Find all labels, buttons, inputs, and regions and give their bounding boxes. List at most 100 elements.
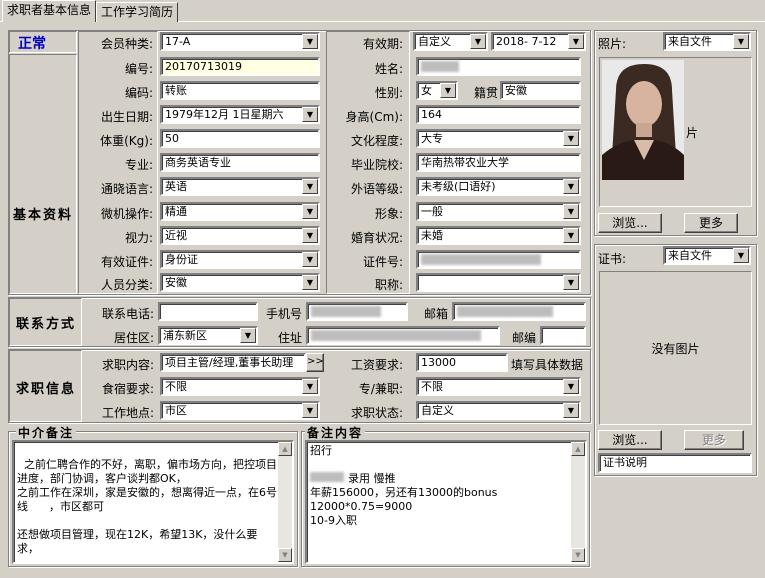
phone-label: 联系电话: (101, 307, 154, 321)
tab-work-history[interactable]: 工作学习简历 (96, 2, 179, 22)
code-field[interactable]: 转账 (160, 81, 320, 100)
native-field[interactable]: 安徽 (500, 81, 581, 100)
id-field[interactable]: 20170713019 (160, 57, 320, 76)
tab-basic-info[interactable]: 求职者基本信息 (2, 0, 97, 22)
validity-date-picker[interactable]: 2018- 7-12 ▼ (491, 32, 586, 51)
birth-date-picker[interactable]: 1979年12月 1日星期六 ▼ (160, 105, 320, 124)
salary-field[interactable]: 13000 (416, 353, 508, 372)
title-label: 职称: (374, 278, 403, 292)
school-field[interactable]: 华南热带农业大学 (416, 153, 581, 172)
major-field[interactable]: 商务英语专业 (160, 153, 320, 172)
agent-notes-textarea[interactable]: 之前仁聘合作的不好，离职，偏市场方向，把控项目进度，部门协调，客户谈判都OK， … (12, 440, 294, 564)
weight-field[interactable]: 50 (160, 129, 320, 148)
gender-label: 性别: (374, 86, 403, 100)
photo-label: 照片: (598, 37, 627, 51)
chevron-down-icon[interactable]: ▼ (302, 34, 318, 49)
chevron-down-icon[interactable]: ▼ (240, 328, 256, 343)
phone-field[interactable] (158, 302, 258, 321)
idtype-label: 有效证件: (100, 255, 153, 269)
board-select[interactable]: 不限 ▼ (160, 377, 320, 396)
section-title-contact: 联系方式 (15, 317, 76, 332)
job-content-picker-button[interactable]: >> (306, 353, 324, 372)
foreign-select[interactable]: 未考级(口语好) ▼ (416, 177, 581, 196)
chevron-down-icon[interactable]: ▼ (302, 228, 318, 243)
email-field[interactable] (452, 302, 586, 321)
chevron-down-icon[interactable]: ▼ (470, 34, 486, 49)
photo-more-button[interactable]: 更多 (684, 213, 738, 233)
job-content-label: 求职内容: (101, 358, 154, 372)
edu-select[interactable]: 大专 ▼ (416, 129, 581, 148)
jobstatus-select[interactable]: 自定义 ▼ (416, 401, 581, 420)
remarks-title: 备注内容 (305, 424, 366, 441)
validity-label: 有效期: (362, 37, 403, 51)
chevron-down-icon[interactable]: ▼ (563, 131, 579, 146)
chevron-down-icon[interactable]: ▼ (302, 107, 318, 122)
title-select[interactable]: ▼ (416, 273, 581, 292)
certificate-browse-button[interactable]: 浏览... (598, 430, 662, 450)
idtype-select[interactable]: 身份证 ▼ (160, 250, 320, 269)
chevron-down-icon[interactable]: ▼ (302, 179, 318, 194)
name-field[interactable] (416, 57, 581, 76)
certificate-source-select[interactable]: 来自文件 ▼ (663, 246, 751, 265)
scroll-up-icon[interactable]: ▲ (571, 442, 585, 456)
chevron-down-icon[interactable]: ▼ (563, 403, 579, 418)
chevron-down-icon[interactable]: ▼ (563, 275, 579, 290)
chevron-down-icon[interactable]: ▼ (733, 34, 749, 49)
location-label: 工作地点: (101, 406, 154, 420)
vision-select[interactable]: 近视 ▼ (160, 226, 320, 245)
address-label: 住址 (277, 331, 302, 345)
chevron-down-icon[interactable]: ▼ (302, 204, 318, 219)
photo-caption: 片 (686, 126, 699, 140)
district-select[interactable]: 浦东新区 ▼ (158, 326, 258, 345)
chevron-down-icon[interactable]: ▼ (563, 204, 579, 219)
height-field[interactable]: 164 (416, 105, 581, 124)
section-title-job: 求职信息 (15, 382, 76, 397)
scroll-down-icon[interactable]: ▼ (278, 548, 292, 562)
address-field[interactable] (306, 326, 500, 345)
scroll-up-icon[interactable]: ▲ (278, 442, 292, 456)
chevron-down-icon[interactable]: ▼ (302, 275, 318, 290)
mobile-field[interactable] (306, 302, 408, 321)
chevron-down-icon[interactable]: ▼ (568, 34, 584, 49)
certificate-desc-field[interactable]: 证书说明 (598, 453, 752, 473)
chevron-down-icon[interactable]: ▼ (563, 179, 579, 194)
gender-select[interactable]: 女 ▼ (416, 81, 458, 100)
agent-notes-title: 中介备注 (16, 424, 77, 441)
lang-select[interactable]: 英语 ▼ (160, 177, 320, 196)
photo-source-select[interactable]: 来自文件 ▼ (663, 32, 751, 51)
code-label: 编码: (124, 86, 153, 100)
section-title-basic: 基本资料 (12, 208, 73, 223)
idno-field[interactable] (416, 250, 581, 269)
validity-mode-select[interactable]: 自定义 ▼ (413, 32, 488, 51)
agent-notes-scrollbar[interactable]: ▲ ▼ (278, 442, 292, 562)
id-label: 编号: (124, 62, 153, 76)
photo-browse-button[interactable]: 浏览... (598, 213, 662, 233)
category-select[interactable]: 安徽 ▼ (160, 273, 320, 292)
idno-label: 证件号: (362, 255, 403, 269)
remarks-textarea[interactable]: 招行 录用 慢推 年薪156000，另还有13000的bonus 12000*0… (305, 440, 587, 564)
parttime-select[interactable]: 不限 ▼ (416, 377, 581, 396)
zip-field[interactable] (540, 326, 586, 345)
chevron-down-icon[interactable]: ▼ (733, 248, 749, 263)
image-select[interactable]: 一般 ▼ (416, 202, 581, 221)
vision-label: 视力: (124, 231, 153, 245)
chevron-down-icon[interactable]: ▼ (302, 403, 318, 418)
salary-hint: 填写具体数据 (511, 358, 584, 372)
salary-label: 工资要求: (350, 358, 403, 372)
chevron-down-icon[interactable]: ▼ (302, 252, 318, 267)
chevron-down-icon[interactable]: ▼ (563, 228, 579, 243)
chevron-down-icon[interactable]: ▼ (440, 83, 456, 98)
marital-select[interactable]: 未婚 ▼ (416, 226, 581, 245)
member-type-select[interactable]: 17-A ▼ (160, 32, 320, 51)
chevron-down-icon[interactable]: ▼ (563, 379, 579, 394)
certificate-empty-text: 没有图片 (651, 342, 700, 356)
remarks-scrollbar[interactable]: ▲ ▼ (571, 442, 585, 562)
location-select[interactable]: 市区 ▼ (160, 401, 320, 420)
pc-select[interactable]: 精通 ▼ (160, 202, 320, 221)
foreign-label: 外语等级: (350, 182, 403, 196)
member-type-label: 会员种类: (100, 37, 153, 51)
job-content-field[interactable]: 项目主管/经理,董事长助理 (160, 353, 306, 372)
certificate-more-button[interactable]: 更多 (684, 430, 744, 450)
chevron-down-icon[interactable]: ▼ (302, 379, 318, 394)
scroll-down-icon[interactable]: ▼ (571, 548, 585, 562)
